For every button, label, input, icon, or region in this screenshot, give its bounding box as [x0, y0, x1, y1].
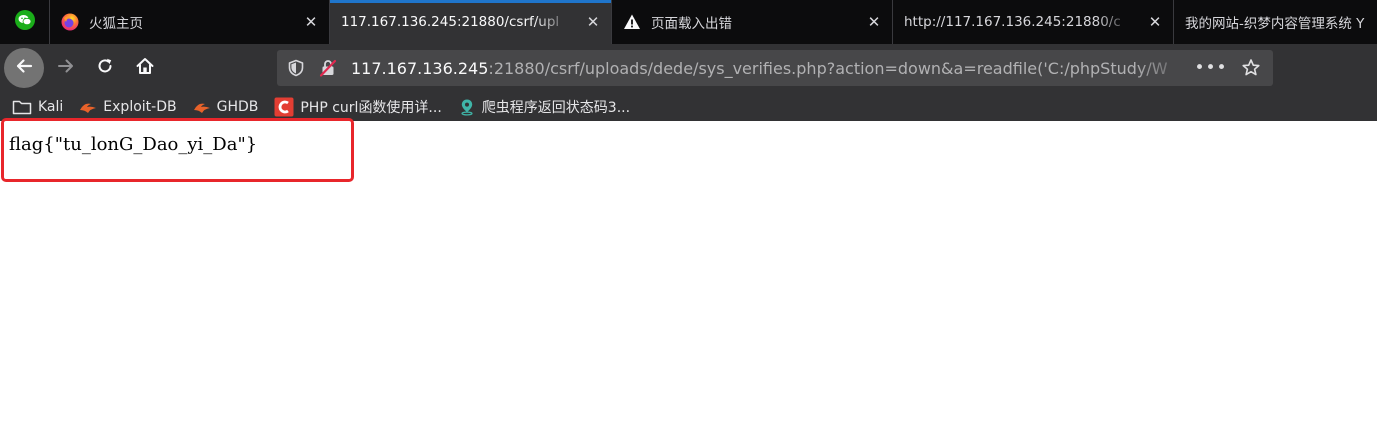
page-actions-menu-icon[interactable]: •••	[1193, 58, 1229, 78]
url-text[interactable]: 117.167.136.245:21880/csrf/uploads/dede/…	[351, 59, 1193, 78]
ghdb-icon	[193, 100, 211, 114]
csdn-icon	[274, 97, 294, 117]
shield-icon[interactable]	[279, 59, 313, 77]
bookmarks-toolbar: Kali Exploit-DB GHDB PHP curl函数使用详... 爬虫…	[0, 92, 1377, 121]
close-icon[interactable]: ✕	[581, 10, 605, 34]
home-icon	[135, 56, 155, 80]
back-button[interactable]	[4, 48, 44, 88]
close-icon[interactable]: ✕	[1143, 10, 1167, 34]
tab-title: 117.167.136.245:21880/csrf/upl	[341, 14, 560, 30]
bookmark-kali[interactable]: Kali	[12, 99, 63, 115]
exploit-db-icon	[79, 100, 97, 114]
bookmark-label: 爬虫程序返回状态码3...	[481, 99, 631, 116]
bookmark-php-curl[interactable]: PHP curl函数使用详...	[274, 97, 442, 117]
warning-icon	[623, 13, 641, 31]
bookmark-exploit-db[interactable]: Exploit-DB	[79, 98, 177, 115]
tab-title: 我的网站-织梦内容管理系统 Y	[1185, 16, 1365, 32]
close-icon[interactable]: ✕	[862, 10, 886, 34]
insecure-lock-icon[interactable]	[313, 58, 343, 78]
bookmark-label: GHDB	[216, 98, 259, 115]
tab-dede-admin[interactable]: 我的网站-织梦内容管理系统 Y	[1174, 0, 1377, 44]
bookmark-label: Exploit-DB	[103, 98, 177, 115]
forward-button[interactable]	[50, 52, 82, 84]
tab-title: http://117.167.136.245:21880/c	[904, 14, 1121, 30]
reload-button[interactable]	[89, 52, 121, 84]
tab-active[interactable]: 117.167.136.245:21880/csrf/upl ✕	[330, 0, 612, 44]
bookmark-star-icon[interactable]	[1233, 58, 1269, 78]
red-highlight-box	[1, 118, 354, 182]
tab-title: 页面载入出错	[651, 16, 732, 32]
arrow-left-icon	[14, 56, 34, 80]
close-icon[interactable]: ✕	[299, 10, 323, 34]
bookmark-label: PHP curl函数使用详...	[300, 99, 442, 116]
bookmark-label: Kali	[38, 98, 64, 115]
reload-icon	[95, 56, 115, 80]
tab-pinned-wechat[interactable]	[0, 0, 50, 44]
tab-page-load-error[interactable]: 页面载入出错 ✕	[612, 0, 893, 44]
url-bar[interactable]: 117.167.136.245:21880/csrf/uploads/dede/…	[277, 50, 1273, 86]
tab-firefox-home[interactable]: 火狐主页 ✕	[50, 0, 330, 44]
map-pin-icon	[458, 98, 476, 116]
page-content: flag{"tu_lonG_Dao_yi_Da"}	[0, 118, 1377, 424]
folder-icon	[12, 99, 32, 115]
home-button[interactable]	[129, 52, 161, 84]
url-host: 117.167.136.245	[351, 58, 489, 78]
tab-title: 火狐主页	[89, 16, 143, 32]
firefox-icon	[61, 13, 79, 31]
navigation-toolbar: 117.167.136.245:21880/csrf/uploads/dede/…	[0, 44, 1377, 92]
url-path: :21880/csrf/uploads/dede/sys_verifies.ph…	[488, 58, 1168, 78]
tab-http-url[interactable]: http://117.167.136.245:21880/c ✕	[893, 0, 1174, 44]
bookmark-ghdb[interactable]: GHDB	[193, 98, 259, 115]
bookmark-crawler-status[interactable]: 爬虫程序返回状态码3...	[458, 97, 630, 117]
arrow-right-icon	[56, 56, 76, 80]
tab-strip: 火狐主页 ✕ 117.167.136.245:21880/csrf/upl ✕ …	[0, 0, 1377, 44]
wechat-icon	[14, 9, 36, 35]
